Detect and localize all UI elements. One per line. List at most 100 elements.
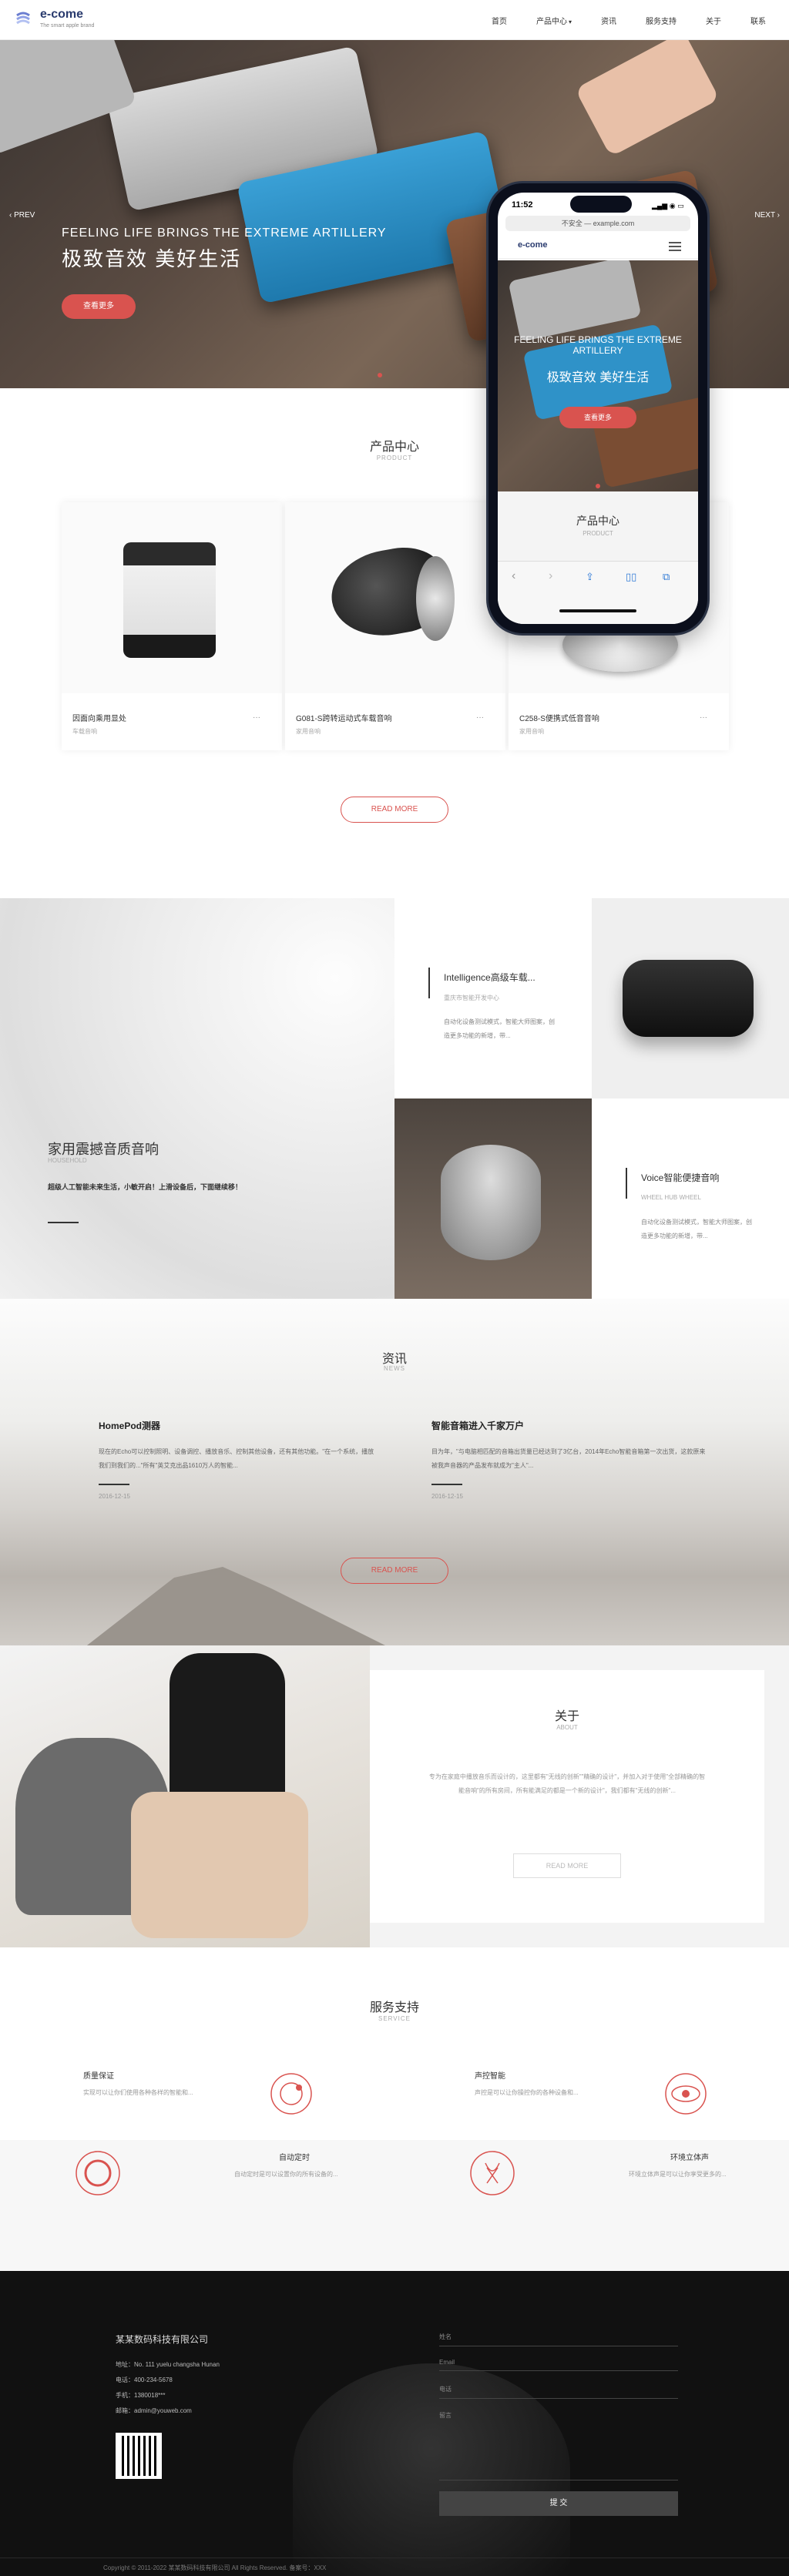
product-category: 家用音响: [296, 728, 321, 735]
phone-slide-dot[interactable]: [596, 484, 600, 488]
phone-hero-button[interactable]: 查看更多: [559, 407, 636, 428]
site-footer: 某某数码科技有限公司 地址：No. 111 yuelu changsha Hun…: [0, 2271, 789, 2576]
feature-box-sub: WHEEL HUB WHEEL: [641, 1194, 701, 1201]
products-read-more-button[interactable]: READ MORE: [341, 797, 448, 823]
phone-section-subtitle: PRODUCT: [583, 530, 613, 537]
logo-icon[interactable]: [15, 11, 37, 28]
footer-address: 地址：No. 111 yuelu changsha Hunan: [116, 2361, 220, 2368]
logo-text[interactable]: e-come: [40, 8, 83, 22]
nav-item-home[interactable]: 首页: [492, 15, 507, 26]
more-icon[interactable]: ···: [700, 713, 707, 722]
arrow-right-icon: ›: [774, 211, 780, 220]
site-header: e-come The smart apple brand 首页 产品中心 ▾ 资讯…: [0, 0, 789, 40]
form-email-field[interactable]: Email: [439, 2359, 678, 2371]
phone-image-rose: [574, 40, 720, 157]
timer-icon: [76, 2151, 120, 2195]
form-name-field[interactable]: 姓名: [439, 2333, 678, 2346]
logo-tagline: The smart apple brand: [40, 23, 95, 29]
service-item-body: 自动定时是可以设置你的所有设备的...: [234, 2171, 338, 2178]
service-subtitle: SERVICE: [378, 2015, 411, 2022]
news-item-body: 目为年，"与电脑相匹配的音箱出货量已经达到了3亿台，2014年Echo智能音箱第…: [431, 1448, 706, 1469]
hero-more-button[interactable]: 查看更多: [62, 294, 136, 319]
more-icon[interactable]: ···: [253, 713, 260, 722]
hero-title-en: FEELING LIFE BRINGS THE EXTREME ARTILLER…: [62, 226, 387, 240]
accent-bar: [626, 1168, 627, 1199]
news-subtitle: NEWS: [384, 1365, 405, 1372]
nav-item-news[interactable]: 资讯: [601, 15, 616, 26]
tabs-icon[interactable]: ⧉: [663, 571, 670, 583]
feature-box-sub: 重庆市智能开发中心: [444, 995, 499, 1001]
phone-logo[interactable]: e-come: [518, 240, 548, 250]
phone-url-bar[interactable]: 不安全 — example.com: [505, 216, 690, 231]
form-submit-button[interactable]: 提 交: [439, 2491, 678, 2516]
speaker-image-white: [508, 260, 642, 342]
footer-phone: 电话：400-234-5678: [116, 2376, 173, 2383]
news-item-title[interactable]: 智能音箱进入千家万户: [431, 1419, 524, 1432]
feature-title: 家用震撼音质音响: [48, 1142, 159, 1157]
form-phone-field[interactable]: 电话: [439, 2385, 678, 2399]
share-icon[interactable]: ⇪: [586, 571, 594, 583]
hero-prev-button[interactable]: ‹ PREV: [9, 211, 35, 220]
divider: [431, 1484, 462, 1485]
more-icon[interactable]: ···: [476, 713, 484, 722]
news-item-title[interactable]: HomePod测器: [99, 1419, 160, 1432]
feature-box-title: Voice智能便捷音响: [641, 1172, 720, 1183]
footer-email: 邮箱：admin@youweb.com: [116, 2407, 192, 2414]
product-card[interactable]: 因面向乘用显处 车载音响 ···: [62, 502, 282, 750]
quality-icon: [270, 2073, 312, 2115]
phone-hero: FEELING LIFE BRINGS THE EXTREME ARTILLER…: [498, 260, 698, 491]
product-name: 因面向乘用显处: [72, 715, 126, 723]
feature-box-desc: 自动化设备测试模式，智能大师图案，创造更多功能的新增，带...: [444, 1018, 555, 1039]
phone-screen: 11:52 ▂▄▆ ◉ ▭ 不安全 — example.com e-come F…: [498, 193, 698, 624]
phone-mockup: 11:52 ▂▄▆ ◉ ▭ 不安全 — example.com e-come F…: [489, 183, 707, 633]
company-name: 某某数码科技有限公司: [116, 2334, 209, 2345]
feature-section: 家用震撼音质音响 HOUSEHOLD 超级人工智能未来生活，小敏开启！上滑设备后…: [0, 898, 789, 1299]
product-image: [62, 502, 282, 693]
divider: [48, 1222, 79, 1223]
hero-next-button[interactable]: NEXT ›: [754, 211, 780, 220]
bookmarks-icon[interactable]: ▯▯: [626, 571, 636, 583]
person-shape: [170, 1653, 285, 1807]
product-name: C258-S便携式低音音响: [519, 715, 599, 723]
service-section: 服务支持 SERVICE 质量保证 实现可以让你们使用各种各样的智能和... 声…: [0, 1947, 789, 2271]
service-item-title: 自动定时: [279, 2154, 310, 2162]
service-item-title: 环境立体声: [670, 2154, 709, 2162]
back-icon[interactable]: ‹: [512, 569, 515, 583]
news-item-date: 2016-12-15: [431, 1493, 463, 1500]
about-read-more-button[interactable]: READ MORE: [513, 1853, 621, 1878]
forward-icon[interactable]: ›: [549, 569, 552, 583]
feature-box-2[interactable]: Voice智能便捷音响 WHEEL HUB WHEEL 自动化设备测试模式，智能…: [592, 1098, 789, 1299]
phone-hero-title-en: FEELING LIFE BRINGS THE EXTREME ARTILLER…: [514, 334, 682, 356]
qr-code: [116, 2433, 162, 2479]
service-item-body: 实现可以让你们使用各种各样的智能和...: [83, 2089, 193, 2096]
nav-item-products-label: 产品中心: [536, 17, 567, 26]
about-title: 关于: [554, 1710, 579, 1723]
product-category: 车载音响: [72, 728, 97, 735]
product-image: [285, 502, 505, 693]
form-message-field[interactable]: 留言: [439, 2411, 678, 2480]
service-item-body: 环境立体声是可以让你享受更多的...: [629, 2171, 727, 2178]
hamburger-menu-icon[interactable]: [669, 242, 681, 251]
hero-prev-label: PREV: [14, 211, 35, 220]
hero-next-label: NEXT: [754, 211, 775, 220]
about-section: 关于 ABOUT 专为在家庭中播放音乐而设计的，这里都有"无线的创新""精确的设…: [0, 1645, 789, 1947]
dress-shape: [131, 1792, 308, 1938]
hero-title-cn: 极致音效 美好生活: [62, 247, 242, 270]
nav-item-contact[interactable]: 联系: [750, 15, 766, 26]
divider: [99, 1484, 129, 1485]
nav-item-service[interactable]: 服务支持: [646, 15, 677, 26]
feature-box-desc: 自动化设备测试模式，智能大师图案，创造更多功能的新增，带...: [641, 1219, 752, 1239]
nav-item-about[interactable]: 关于: [706, 15, 721, 26]
feature-box-1[interactable]: Intelligence高级车载... 重庆市智能开发中心 自动化设备测试模式，…: [394, 898, 592, 1098]
copyright: Copyright © 2011-2022 某某数码科技有限公司 All Rig…: [103, 2564, 327, 2571]
nav-item-products[interactable]: 产品中心 ▾: [536, 15, 572, 26]
slide-dot-1[interactable]: [378, 373, 382, 377]
home-indicator: [559, 609, 636, 612]
phone-site-header: e-come: [498, 236, 698, 259]
news-read-more-button[interactable]: READ MORE: [341, 1558, 448, 1584]
feature-desc: 超级人工智能未来生活，小敏开启！上滑设备后，下面继续移！: [48, 1183, 243, 1191]
product-card[interactable]: G081-S跨转运动式车载音响 家用音响 ···: [285, 502, 505, 750]
feature-box-title: Intelligence高级车载...: [444, 972, 536, 983]
phone-time: 11:52: [512, 200, 533, 210]
service-item-title: 质量保证: [83, 2072, 114, 2081]
